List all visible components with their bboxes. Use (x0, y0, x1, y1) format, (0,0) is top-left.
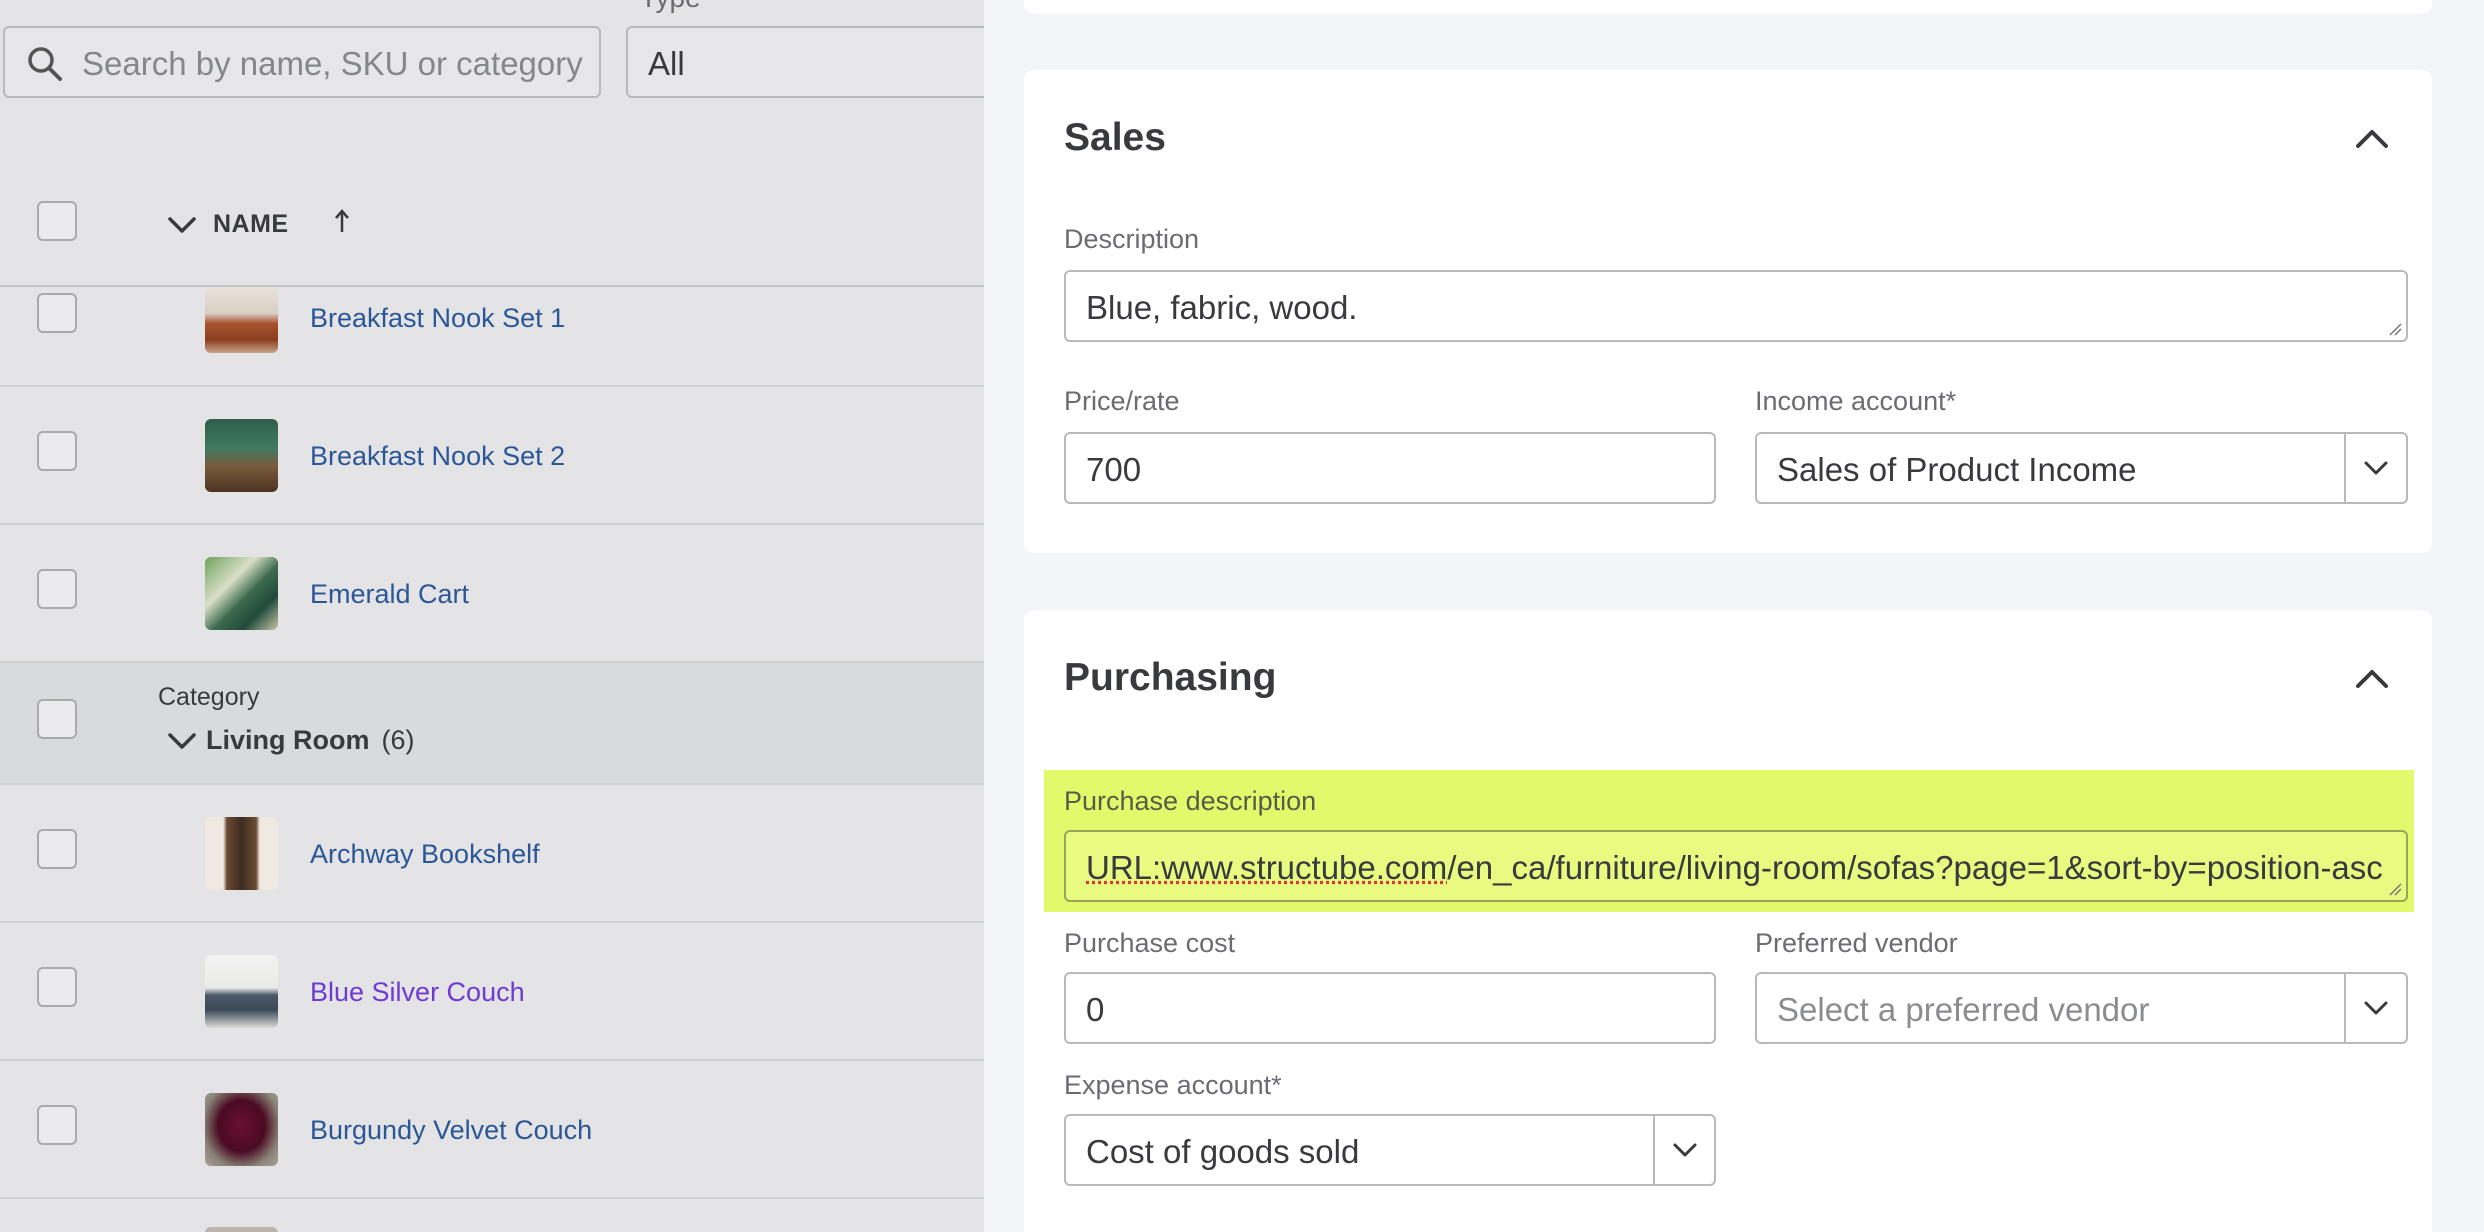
category-label: Category (158, 683, 260, 711)
select-all-checkbox[interactable] (37, 201, 77, 241)
row-checkbox[interactable] (37, 967, 77, 1007)
table-row[interactable]: Emerald Cart (0, 525, 984, 663)
couch-thumbnail (205, 955, 278, 1028)
search-input[interactable]: Search by name, SKU or category (3, 26, 601, 98)
description-field[interactable]: Blue, fabric, wood. (1064, 270, 2408, 342)
item-thumbnail (205, 1227, 278, 1232)
sales-section: Sales Description Blue, fabric, wood. Pr… (1024, 70, 2432, 553)
purchase-cost-field[interactable]: 0 (1064, 972, 1716, 1044)
preferred-vendor-label: Preferred vendor (1755, 928, 1958, 958)
row-checkbox[interactable] (37, 1105, 77, 1145)
chevron-down-icon[interactable] (2363, 998, 2389, 1018)
sort-ascending-icon[interactable] (333, 206, 351, 236)
table-row[interactable]: Archway Bookshelf (0, 785, 984, 923)
item-name-link[interactable]: Emerald Cart (310, 579, 469, 610)
table-row[interactable]: Blue Silver Couch (0, 923, 984, 1061)
price-label: Price/rate (1064, 386, 1180, 416)
category-name: Living Room (6) (206, 725, 415, 756)
chevron-up-icon[interactable] (2352, 664, 2392, 694)
price-value: 700 (1086, 451, 1142, 488)
preferred-vendor-select[interactable]: Select a preferred vendor (1755, 972, 2408, 1044)
search-icon (28, 47, 62, 81)
cart-thumbnail (205, 557, 278, 630)
product-list-pane: Search by name, SKU or category Type All… (0, 0, 984, 1232)
expense-account-value: Cost of goods sold (1086, 1133, 1360, 1170)
item-name-link[interactable]: Blue Silver Couch (310, 977, 525, 1008)
type-filter-select[interactable]: All (626, 26, 984, 98)
row-checkbox[interactable] (37, 829, 77, 869)
item-name-link[interactable]: Burgundy Velvet Couch (310, 1115, 592, 1146)
purchase-description-url-path: /en_ca/furniture/living-room/sofas?page=… (1447, 849, 2383, 886)
search-placeholder: Search by name, SKU or category (82, 45, 583, 82)
description-label: Description (1064, 224, 1200, 254)
chevron-up-icon[interactable] (2352, 124, 2392, 154)
table-row[interactable]: Breakfast Nook Set 1 (0, 287, 984, 387)
purchase-cost-label: Purchase cost (1064, 928, 1236, 958)
previous-section-card (1024, 0, 2432, 14)
category-title: Living Room (206, 725, 370, 755)
income-account-label: Income account* (1755, 386, 1957, 416)
type-filter-label: Type (640, 0, 701, 14)
select-divider (1653, 1116, 1655, 1184)
item-details-panel: Sales Description Blue, fabric, wood. Pr… (984, 0, 2484, 1232)
category-checkbox[interactable] (37, 699, 77, 739)
couch-thumbnail (205, 1093, 278, 1166)
expense-account-label: Expense account* (1064, 1070, 1282, 1100)
chevron-down-icon[interactable] (166, 213, 198, 237)
bookshelf-thumbnail (205, 817, 278, 890)
category-group-row[interactable]: Category Living Room (6) (0, 663, 984, 785)
table-header (0, 180, 984, 287)
preferred-vendor-placeholder: Select a preferred vendor (1777, 991, 2150, 1028)
income-account-value: Sales of Product Income (1777, 451, 2137, 488)
sales-section-title: Sales (1064, 116, 1166, 159)
type-filter-value: All (648, 45, 685, 82)
row-checkbox[interactable] (37, 431, 77, 471)
purchase-description-url-domain: URL:www.structube.com (1086, 849, 1448, 886)
category-count: (6) (381, 725, 415, 755)
purchase-description-value: URL:www.structube.com/en_ca/furniture/li… (1086, 849, 2383, 887)
price-field[interactable]: 700 (1064, 432, 1716, 504)
purchase-cost-value: 0 (1086, 991, 1105, 1028)
chevron-down-icon[interactable] (1672, 1140, 1698, 1160)
dining-set-thumbnail (205, 419, 278, 492)
select-divider (2344, 434, 2346, 502)
name-column-header[interactable]: NAME (213, 210, 289, 239)
table-row[interactable] (0, 1199, 984, 1232)
purchasing-section-title: Purchasing (1064, 656, 1277, 699)
row-checkbox[interactable] (37, 569, 77, 609)
description-value: Blue, fabric, wood. (1086, 289, 1358, 326)
resize-handle-icon[interactable] (2388, 882, 2402, 896)
dining-set-thumbnail (205, 287, 278, 353)
purchase-description-field[interactable]: URL:www.structube.com/en_ca/furniture/li… (1064, 830, 2408, 902)
item-name-link[interactable]: Archway Bookshelf (310, 839, 540, 870)
chevron-down-icon[interactable] (2363, 458, 2389, 478)
chevron-down-icon[interactable] (166, 729, 198, 753)
table-row[interactable]: Breakfast Nook Set 2 (0, 387, 984, 525)
expense-account-select[interactable]: Cost of goods sold (1064, 1114, 1716, 1186)
resize-handle-icon[interactable] (2388, 322, 2402, 336)
item-name-link[interactable]: Breakfast Nook Set 1 (310, 303, 565, 334)
row-checkbox[interactable] (37, 293, 77, 333)
purchase-description-label: Purchase description (1064, 786, 1317, 816)
select-divider (2344, 974, 2346, 1042)
table-row[interactable]: Burgundy Velvet Couch (0, 1061, 984, 1199)
income-account-select[interactable]: Sales of Product Income (1755, 432, 2408, 504)
item-name-link[interactable]: Breakfast Nook Set 2 (310, 441, 565, 472)
